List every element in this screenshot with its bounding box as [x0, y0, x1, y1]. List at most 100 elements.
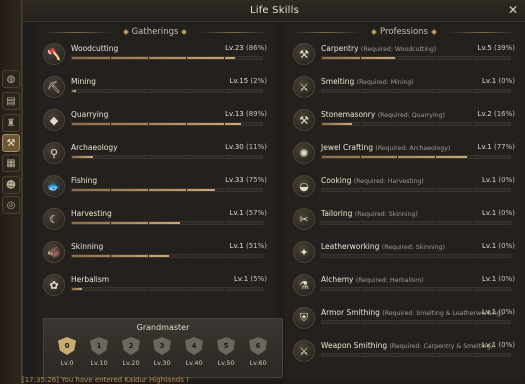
professions-title: Professions — [380, 27, 428, 37]
progress-segment — [110, 255, 111, 257]
profession-row[interactable]: ⚗ Alchemy (Required: Herbalism) Lv.1 (0%) — [289, 271, 519, 301]
progress-segment — [224, 288, 225, 290]
level-value: Lv.1 — [482, 242, 497, 250]
skill-requirement: (Required: Woodcutting) — [360, 46, 437, 53]
grandmaster-badge[interactable]: 0 — [58, 337, 76, 355]
close-icon[interactable]: ✕ — [506, 3, 520, 17]
gathering-row[interactable]: 🐗 Skinning Lv.1 (51%) — [39, 238, 271, 268]
grandmaster-badge[interactable]: 2 — [122, 337, 140, 355]
profession-row[interactable]: ⚒ Carpentry (Required: Woodcutting) Lv.5 (… — [289, 40, 519, 70]
progress-bar — [71, 56, 263, 60]
fish-icon: 🐟 — [43, 175, 65, 197]
profession-row[interactable]: ✺ Jewel Crafting (Required: Archaeology) L… — [289, 139, 519, 169]
gathering-row[interactable]: ◆ Quarrying Lv.13 (89%) — [39, 106, 271, 136]
progress-segment — [397, 222, 399, 224]
skill-name-text: Mining — [71, 77, 96, 86]
gathering-row[interactable]: 🐟 Fishing Lv.33 (75%) — [39, 172, 271, 202]
skill-level: Lv.2 (16%) — [478, 110, 515, 118]
grandmaster-badge[interactable]: 1 — [90, 337, 108, 355]
badge-label: Lv.40 — [185, 359, 203, 367]
level-value: Lv.1 — [482, 308, 497, 316]
gathering-row[interactable]: ⛏ Mining Lv.15 (2%) — [39, 73, 271, 103]
progress-segment — [472, 255, 474, 257]
grandmaster-badge[interactable]: 3 — [153, 337, 171, 355]
skill-name-text: Smelting — [321, 77, 355, 86]
gathering-row[interactable]: ✿ Herbalism Lv.1 (5%) — [39, 271, 271, 301]
skill-name-text: Weapon Smithing — [321, 341, 388, 350]
level-value: Lv.2 — [477, 110, 492, 118]
level-percent: (89%) — [245, 110, 267, 118]
professions-column: Professions ⚒ Carpentry (Required: Woodcu… — [285, 24, 523, 380]
profession-row[interactable]: ✂ Tailoring (Required: Skinning) Lv.1 (0%) — [289, 205, 519, 235]
progress-fill — [322, 123, 353, 125]
progress-bar — [71, 155, 263, 159]
skill-name-text: Woodcutting — [71, 44, 119, 53]
skill-name-text: Fishing — [71, 176, 98, 185]
level-percent: (0%) — [498, 77, 515, 85]
gathering-row[interactable]: 🪓 Woodcutting Lv.23 (86%) — [39, 40, 271, 70]
life-skills-icon[interactable]: ⚒ — [2, 134, 20, 152]
progress-segment — [434, 57, 436, 59]
progress-segment — [397, 57, 399, 59]
level-value: Lv.1 — [482, 275, 497, 283]
progress-segment — [397, 354, 399, 356]
profession-row[interactable]: ✦ Leatherworking (Required: Skinning) Lv.1… — [289, 238, 519, 268]
badge-number: 6 — [255, 342, 261, 350]
progress-bar — [71, 221, 263, 225]
progress-fill — [72, 222, 181, 224]
progress-segment — [434, 189, 436, 191]
grandmaster-badge[interactable]: 6 — [249, 337, 267, 355]
globe-icon[interactable]: ◎ — [2, 196, 20, 214]
skill-level: Lv.15 (2%) — [230, 77, 267, 85]
sword-icon: ⚔ — [293, 340, 315, 362]
progress-segment — [434, 288, 436, 290]
skill-level: Lv.1 (0%) — [482, 341, 515, 349]
book-icon[interactable]: ▤ — [2, 92, 20, 110]
skill-name-text: Jewel Crafting — [321, 143, 374, 152]
party-icon[interactable]: ☻ — [2, 176, 20, 194]
trophy-icon[interactable]: ♜ — [2, 114, 20, 132]
progress-segment — [434, 255, 436, 257]
progress-segment — [110, 156, 111, 158]
grandmaster-badge[interactable]: 5 — [217, 337, 235, 355]
profession-row[interactable]: ⚔ Weapon Smithing (Required: Carpentry & … — [289, 337, 519, 367]
profession-row[interactable]: ◒ Cooking (Required: Harvesting) Lv.1 (0%) — [289, 172, 519, 202]
progress-segment — [148, 222, 149, 224]
window-title: Life Skills — [249, 5, 300, 16]
progress-fill — [72, 255, 169, 257]
skill-name: Leatherworking (Required: Skinning) — [321, 242, 445, 251]
progress-fill — [72, 288, 82, 290]
progress-segment — [434, 321, 436, 323]
progress-segment — [397, 90, 399, 92]
skill-name: Harvesting — [71, 209, 112, 218]
skill-level: Lv.1 (0%) — [482, 308, 515, 316]
skill-name: Alchemy (Required: Herbalism) — [321, 275, 424, 284]
skill-level: Lv.13 (89%) — [225, 110, 267, 118]
skill-level: Lv.5 (39%) — [478, 44, 515, 52]
badge-label: Lv.10 — [90, 359, 108, 367]
level-value: Lv.1 — [477, 143, 492, 151]
badge-number: 4 — [191, 342, 197, 350]
cards-icon[interactable]: ▦ — [2, 154, 20, 172]
level-value: Lv.1 — [482, 209, 497, 217]
progress-bar — [321, 155, 511, 159]
badge-number: 5 — [223, 342, 229, 350]
bag-icon[interactable]: ◍ — [2, 70, 20, 88]
header-rule — [447, 31, 516, 33]
level-value: Lv.1 — [482, 77, 497, 85]
progress-segment — [472, 354, 474, 356]
profession-row[interactable]: ⚔ Smelting (Required: Mining) Lv.1 (0%) — [289, 73, 519, 103]
skill-name: Fishing — [71, 176, 97, 185]
gathering-row[interactable]: ⚲ Archaeology Lv.30 (11%) — [39, 139, 271, 169]
progress-segment — [359, 222, 361, 224]
skill-level: Lv.33 (75%) — [225, 176, 267, 184]
skill-name-text: Tailoring — [321, 209, 353, 218]
level-value: Lv.1 — [229, 242, 244, 250]
profession-row[interactable]: ⚒ Stonemasonry (Required: Quarrying) Lv.2 … — [289, 106, 519, 136]
progress-segment — [397, 255, 399, 257]
progress-segment — [472, 90, 474, 92]
gathering-row[interactable]: ☾ Harvesting Lv.1 (57%) — [39, 205, 271, 235]
skill-name: Armor Smithing (Required: Smelting & Lea… — [321, 308, 503, 317]
profession-row[interactable]: ⛨ Armor Smithing (Required: Smelting & Le… — [289, 304, 519, 334]
grandmaster-badge[interactable]: 4 — [185, 337, 203, 355]
